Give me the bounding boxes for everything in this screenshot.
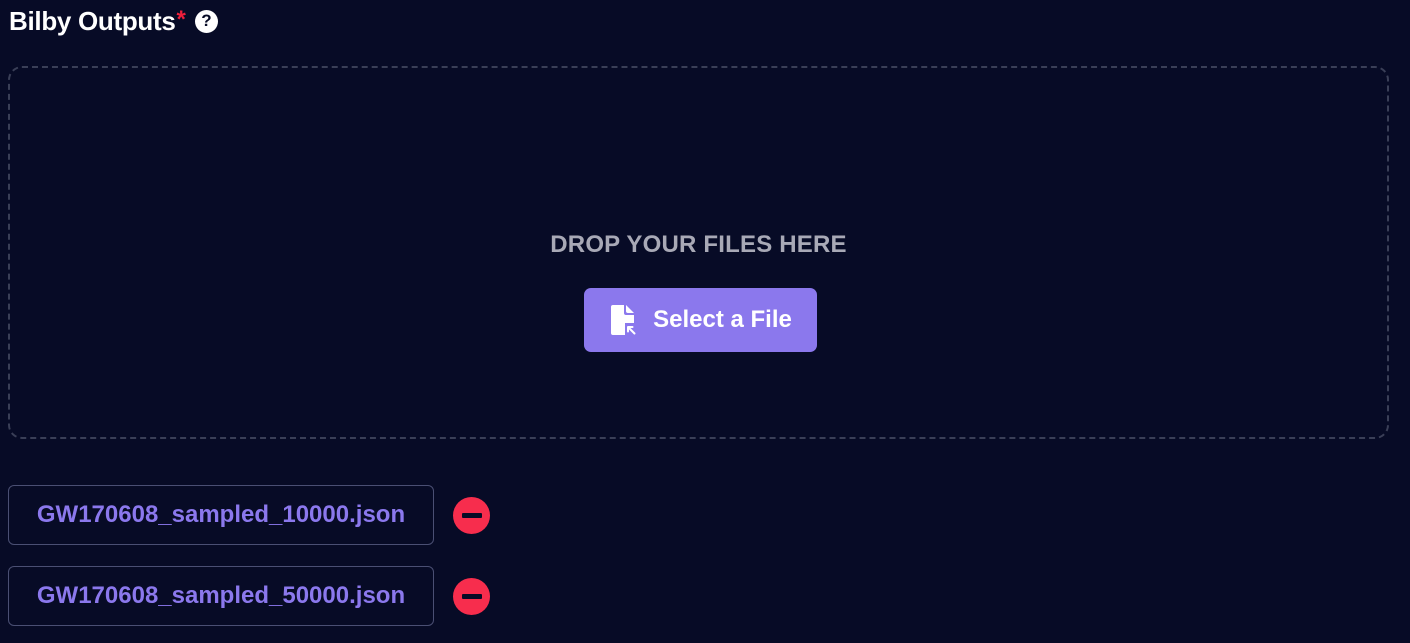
file-import-icon <box>609 304 638 336</box>
remove-file-button[interactable] <box>453 577 490 615</box>
uploaded-file-name[interactable]: GW170608_sampled_10000.json <box>8 485 434 545</box>
drop-files-text: DROP YOUR FILES HERE <box>550 231 847 258</box>
uploaded-file-row: GW170608_sampled_10000.json <box>8 485 490 545</box>
uploaded-file-row: GW170608_sampled_50000.json <box>8 566 490 626</box>
remove-file-button[interactable] <box>453 496 490 534</box>
field-label: Bilby Outputs <box>9 5 176 36</box>
file-dropzone[interactable]: DROP YOUR FILES HERE OR <box>8 66 1389 439</box>
select-file-label: Select a File <box>653 306 792 333</box>
select-file-button[interactable]: Select a File <box>584 288 817 352</box>
file-upload-field: Bilby Outputs * ? DROP YOUR FILES HERE O… <box>0 0 1410 643</box>
field-header: Bilby Outputs * ? <box>9 4 218 38</box>
minus-circle-icon <box>461 512 482 518</box>
minus-circle-icon <box>461 593 482 599</box>
uploaded-file-name[interactable]: GW170608_sampled_50000.json <box>8 566 434 626</box>
required-asterisk: * <box>176 6 186 33</box>
help-icon[interactable]: ? <box>194 9 218 33</box>
